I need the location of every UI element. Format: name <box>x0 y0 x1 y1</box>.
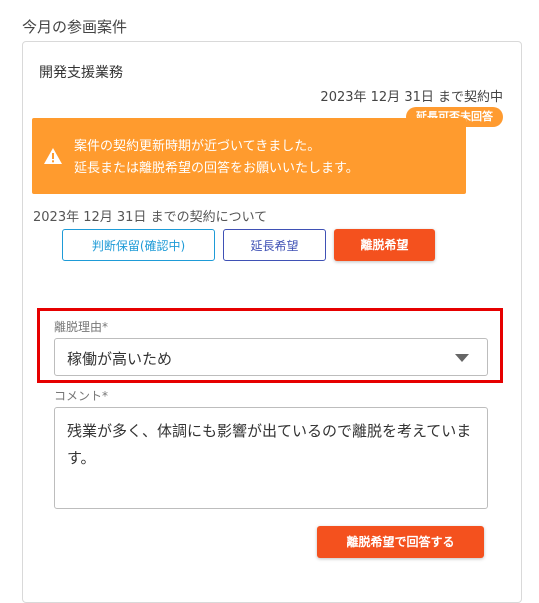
reason-selected-value: 稼働が高いため <box>67 350 173 368</box>
comment-label: コメント* <box>54 389 109 403</box>
project-name: 開発支援業務 <box>39 65 123 81</box>
contract-question: 2023年 12月 31日 までの契約について <box>33 210 268 225</box>
reason-label: 離脱理由* <box>54 320 109 334</box>
hold-button[interactable]: 判断保留(確認中) <box>62 229 215 261</box>
warning-icon <box>44 148 62 164</box>
alert-line-1: 案件の契約更新時期が近づいてきました。 <box>74 139 321 154</box>
section-title: 今月の参画案件 <box>22 18 128 36</box>
submit-leave-button[interactable]: 離脱希望で回答する <box>317 526 484 558</box>
alert-line-2: 延長または離脱希望の回答をお願いいたします。 <box>74 161 359 176</box>
reason-select[interactable]: 稼働が高いため <box>54 338 488 376</box>
alert-message: 案件の契約更新時期が近づいてきました。 延長または離脱希望の回答をお願いいたしま… <box>74 136 359 180</box>
renewal-alert: 案件の契約更新時期が近づいてきました。 延長または離脱希望の回答をお願いいたしま… <box>32 118 466 194</box>
dropdown-arrow-icon <box>455 354 469 362</box>
leave-button[interactable]: 離脱希望 <box>334 229 435 261</box>
extend-button[interactable]: 延長希望 <box>223 229 326 261</box>
contract-end-date: 2023年 12月 31日 まで契約中 <box>320 90 503 105</box>
comment-textarea[interactable]: 残業が多く、体調にも影響が出ているので離脱を考えています。 <box>54 407 488 509</box>
